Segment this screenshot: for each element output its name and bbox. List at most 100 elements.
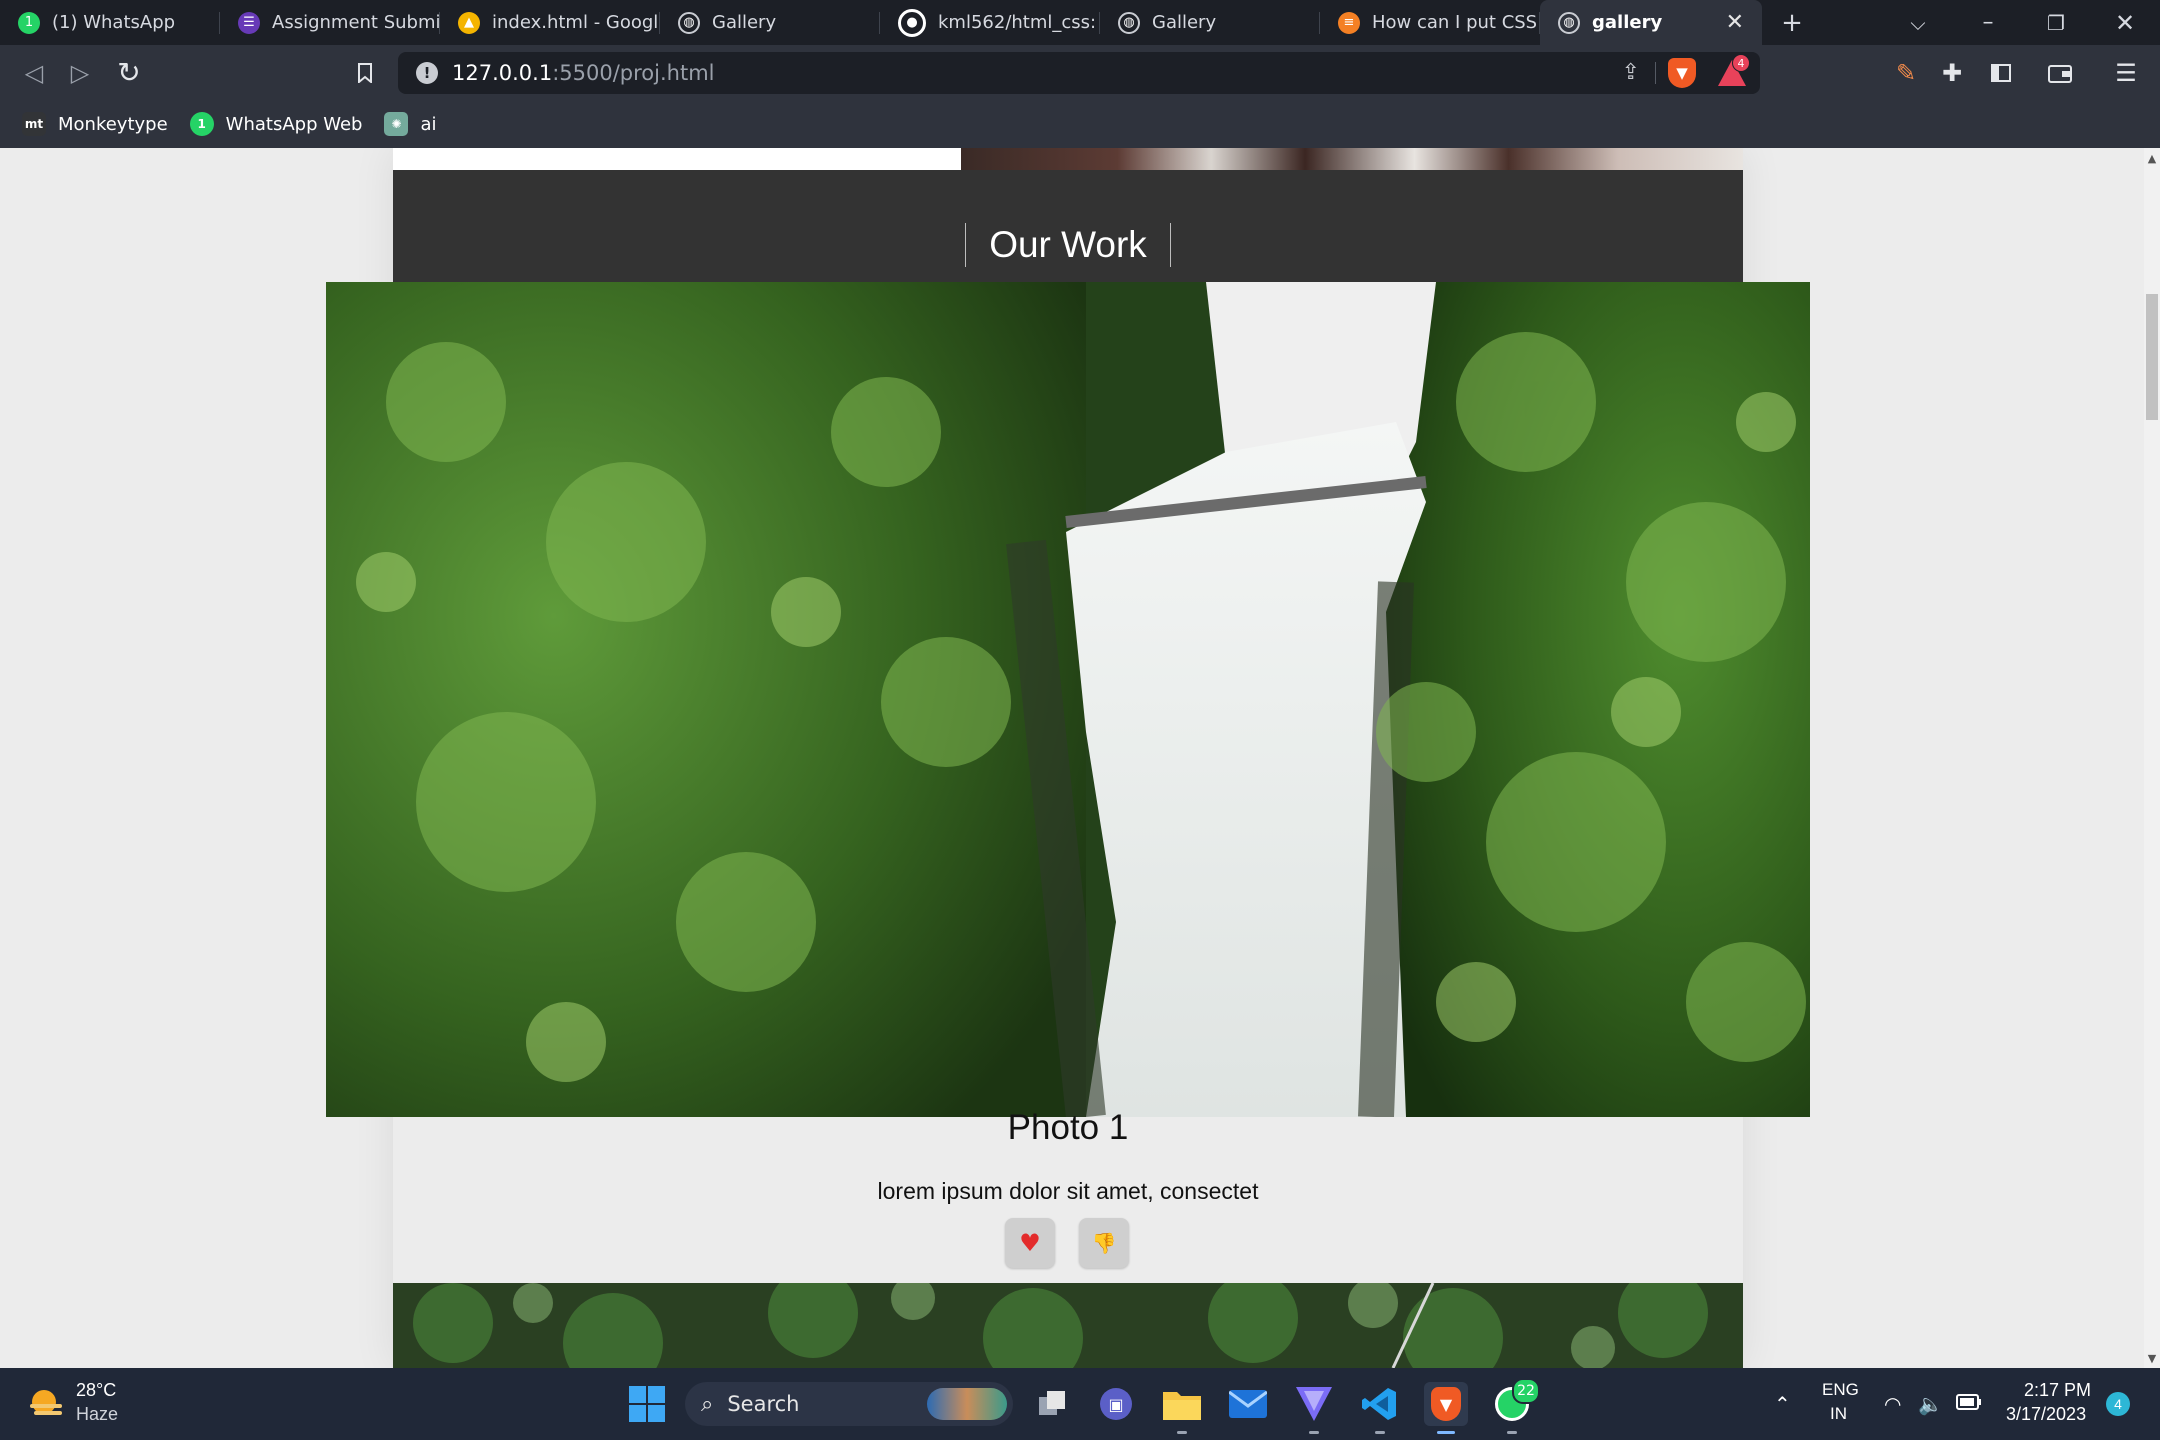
gallery-photo-forest[interactable] xyxy=(393,1283,1743,1368)
browser-tab[interactable]: ● kml562/html_css: ba xyxy=(880,0,1100,45)
menu-button[interactable]: ☰ xyxy=(2104,45,2148,100)
brave-lion-icon: ▼ xyxy=(1431,1387,1461,1421)
thumbs-down-icon: 👎 xyxy=(1091,1231,1117,1255)
previous-section-edge xyxy=(393,148,961,170)
browser-tab[interactable]: ◍ gallery ✕ xyxy=(1540,0,1762,45)
browser-tab[interactable]: ◍ Gallery xyxy=(1100,0,1320,45)
page-viewport: Our Work Photo 1 lorem ipsum dolor sit a… xyxy=(0,148,2144,1368)
sidebar-icon xyxy=(1991,63,2011,82)
puzzle-icon: ✚ xyxy=(1941,58,1963,87)
tab-search-button[interactable]: ⌵ xyxy=(1888,0,1948,45)
search-highlight-icon xyxy=(927,1388,1007,1420)
dislike-button[interactable]: 👎 xyxy=(1079,1218,1129,1268)
sidebar-button[interactable] xyxy=(1979,45,2023,100)
whatsapp-badge: 22 xyxy=(1512,1378,1540,1404)
browser-tab[interactable]: 1 (1) WhatsApp xyxy=(0,0,220,45)
rewards-badge: 4 xyxy=(1732,54,1750,72)
search-icon: ⌕ xyxy=(701,1391,714,1417)
close-tab-icon[interactable]: ✕ xyxy=(1726,10,1744,35)
forward-button[interactable]: ▷ xyxy=(58,45,102,100)
tab-list: 1 (1) WhatsApp ☰ Assignment Submiss ▲ index.h… xyxy=(0,0,1762,45)
battery-icon[interactable] xyxy=(1956,1394,1982,1415)
gallery-photo-waterfall[interactable] xyxy=(326,282,1810,1117)
chevron-up-icon: ⌃ xyxy=(1774,1394,1791,1416)
task-view-button[interactable] xyxy=(1030,1382,1074,1426)
taskbar-search[interactable]: ⌕ Search xyxy=(685,1382,1013,1426)
browser-tab[interactable]: ☰ Assignment Submiss xyxy=(220,0,440,45)
bookmark-monkeytype[interactable]: mt Monkeytype xyxy=(22,112,168,136)
bookmark-ai[interactable]: ✺ ai xyxy=(384,112,437,136)
windows-icon xyxy=(629,1386,665,1422)
globe-icon: ◍ xyxy=(1558,11,1580,34)
search-label: Search xyxy=(727,1392,800,1416)
running-indicator xyxy=(1375,1431,1385,1434)
like-button[interactable]: ♥ xyxy=(1005,1218,1055,1268)
chatgpt-icon: ✺ xyxy=(384,112,409,136)
bookmark-whatsapp-web[interactable]: 1 WhatsApp Web xyxy=(189,112,363,136)
teams-button[interactable]: ▣ xyxy=(1094,1382,1138,1426)
pen-icon: ✎ xyxy=(1895,58,1917,87)
vpn-app-button[interactable] xyxy=(1292,1382,1336,1434)
stackoverflow-icon: ≡ xyxy=(1338,11,1360,34)
scroll-up-icon[interactable]: ▲ xyxy=(2144,150,2160,166)
clock-time[interactable]: 2:17 PM xyxy=(2024,1380,2091,1401)
browser-tab[interactable]: ◍ Gallery xyxy=(660,0,880,45)
extensions-button[interactable]: ✚ xyxy=(1930,45,1974,100)
restore-icon: ❐ xyxy=(2047,10,2065,35)
whatsapp-button[interactable]: 22 xyxy=(1490,1378,1540,1434)
leo-button[interactable]: ✎ xyxy=(1884,45,1928,100)
back-button[interactable]: ◁ xyxy=(12,45,56,100)
tab-title: Gallery xyxy=(1152,12,1217,33)
reload-button[interactable]: ↻ xyxy=(107,45,151,100)
site-info-icon[interactable]: ! xyxy=(416,62,438,84)
browser-tab[interactable]: ▲ index.html - Google xyxy=(440,0,660,45)
forward-arrow-icon: ▷ xyxy=(70,58,90,87)
minimize-icon: – xyxy=(1982,10,1994,35)
wallet-icon xyxy=(2048,64,2072,83)
mail-button[interactable] xyxy=(1226,1382,1270,1426)
close-icon: ✕ xyxy=(2114,8,2136,37)
scroll-down-icon[interactable]: ▼ xyxy=(2144,1350,2160,1366)
vpn-triangle-icon xyxy=(1296,1387,1332,1421)
minimize-button[interactable]: – xyxy=(1958,0,2018,45)
waterfall-image xyxy=(326,282,1810,1117)
photo-caption: Photo 1 xyxy=(1007,1108,1129,1147)
chevron-down-icon: ⌵ xyxy=(1910,10,1926,35)
section-title: Our Work xyxy=(965,223,1171,267)
language-line2: IN xyxy=(1830,1404,1847,1423)
clock-date[interactable]: 3/17/2023 xyxy=(2006,1404,2086,1425)
brave-button[interactable]: ▼ xyxy=(1424,1382,1468,1434)
url-host: 127.0.0.1 xyxy=(452,61,553,85)
hamburger-icon: ☰ xyxy=(2115,58,2137,87)
brave-shields-icon[interactable]: ▼ xyxy=(1668,58,1696,88)
bookmark-button[interactable] xyxy=(343,45,387,100)
language-line1[interactable]: ENG xyxy=(1822,1380,1859,1400)
weather-widget[interactable] xyxy=(26,1384,66,1424)
bookmark-label: ai xyxy=(420,113,437,135)
scroll-thumb[interactable] xyxy=(2146,294,2158,420)
vscode-icon xyxy=(1362,1388,1396,1420)
share-icon[interactable]: ⇪ xyxy=(1622,60,1640,85)
restore-button[interactable]: ❐ xyxy=(2026,0,2086,45)
tab-title: Gallery xyxy=(712,12,777,33)
running-indicator xyxy=(1177,1431,1187,1434)
notification-badge[interactable]: 4 xyxy=(2106,1392,2130,1416)
start-button[interactable] xyxy=(625,1382,669,1426)
tab-title: (1) WhatsApp xyxy=(52,12,176,33)
bookmark-label: WhatsApp Web xyxy=(225,113,363,135)
weather-temp: 28°C xyxy=(76,1380,117,1400)
vscode-button[interactable] xyxy=(1358,1382,1402,1434)
page-scrollbar[interactable]: ▲ ▼ xyxy=(2144,148,2160,1368)
url-text[interactable]: 127.0.0.1:5500/proj.html xyxy=(452,61,715,85)
show-hidden-icons-button[interactable]: ⌃ xyxy=(1774,1392,1791,1417)
browser-tab[interactable]: ≡ How can I put CSS a xyxy=(1320,0,1540,45)
address-bar[interactable]: ! 127.0.0.1:5500/proj.html ⇪ ▼ 4 xyxy=(398,52,1760,94)
browser-toolbar: ◁ ▷ ↻ ! 127.0.0.1:5500/proj.html ⇪ ▼ 4 ✎… xyxy=(0,45,2160,100)
volume-icon[interactable]: 🔈 xyxy=(1918,1392,1943,1417)
running-indicator xyxy=(1507,1431,1517,1434)
wifi-icon[interactable]: ◠ xyxy=(1884,1392,1901,1417)
wallet-button[interactable] xyxy=(2038,45,2082,100)
new-tab-button[interactable]: + xyxy=(1762,0,1822,45)
file-explorer-button[interactable] xyxy=(1160,1382,1204,1434)
close-window-button[interactable]: ✕ xyxy=(2095,0,2155,45)
